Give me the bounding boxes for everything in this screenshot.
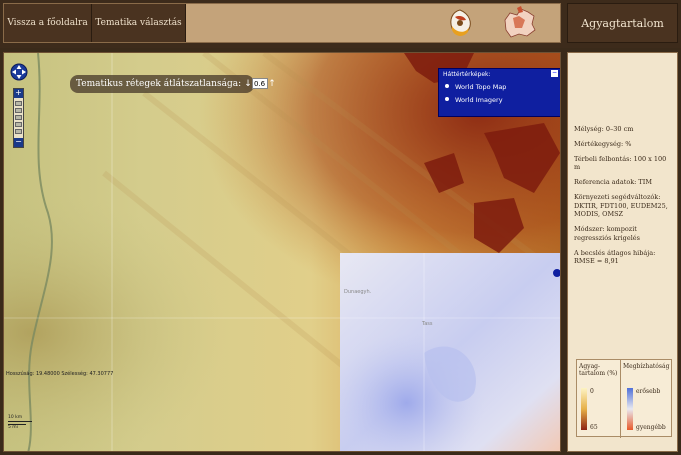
zoom-in-button[interactable]: + xyxy=(14,89,23,98)
reliability-color-ramp xyxy=(627,388,633,430)
clay-max-label: 65 xyxy=(590,424,598,431)
logo-icon xyxy=(450,9,471,36)
panel-title: Agyagtartalom xyxy=(567,3,678,43)
opacity-input[interactable] xyxy=(251,78,268,89)
legend: Agyag-tartalom (%) 0 65 Megbízhatóság er… xyxy=(576,359,673,438)
reliability-top-label: erősebb xyxy=(636,388,661,395)
scale-line xyxy=(8,421,32,422)
zoom-level-tick[interactable] xyxy=(15,108,22,113)
opacity-label: Tematikus rétegek átlátszatlansága: xyxy=(76,79,242,89)
unit-text: Mértékegység: % xyxy=(574,139,632,148)
coordinates-readout: Hosszúság: 19.48000 Szélesség: 47.30777 xyxy=(6,371,114,377)
zoom-level-tick[interactable] xyxy=(15,129,22,134)
scale-bar: 10 km 5 mi xyxy=(8,415,38,433)
arrow-down-icon[interactable]: ↓ xyxy=(244,75,252,93)
reliability-bottom-label: gyengébb xyxy=(636,424,666,431)
layer-info: Mélység: 0–30 cm Mértékegység: % Térbeli… xyxy=(574,125,674,272)
place-label: Tass xyxy=(421,321,433,327)
basemap-option-topo[interactable]: World Topo Map xyxy=(439,80,560,93)
map-view[interactable]: Dunaegyh. Tass + − Tematikus rétegek átl… xyxy=(3,52,561,452)
basemap-option-imagery[interactable]: World Imagery xyxy=(439,93,560,106)
reliability-legend: Megbízhatóság erősebb gyengébb xyxy=(621,360,673,438)
reliability-legend-title: Megbízhatóság xyxy=(623,363,670,370)
theme-select-button[interactable]: Tematika választás xyxy=(92,4,186,42)
opacity-control: Tematikus rétegek átlátszatlansága: ↓ ↑ xyxy=(70,75,276,93)
home-button[interactable]: Vissza a főoldalra xyxy=(4,4,92,42)
basemap-switcher: Háttértérképek: − World Topo Map World I… xyxy=(438,68,560,117)
reference-text: Referencia adatok: TIM xyxy=(574,178,652,187)
scale-label-km: 10 km xyxy=(8,415,23,420)
clay-min-label: 0 xyxy=(590,388,594,395)
resolution-text: Térbeli felbontás: 100 x 100 m xyxy=(574,154,667,172)
expand-icon[interactable] xyxy=(553,269,560,277)
rmse-text: A becslés átlagos hibája: RMSE = 8,91 xyxy=(574,248,656,266)
arrow-up-icon[interactable]: ↑ xyxy=(268,75,276,93)
clay-legend: Agyag-tartalom (%) 0 65 xyxy=(577,360,621,438)
clay-color-ramp xyxy=(581,388,587,430)
clay-legend-title: Agyag-tartalom (%) xyxy=(579,363,618,378)
zoom-level-tick[interactable] xyxy=(15,115,22,120)
aux-variables-text: Környezeti segédváltozók: DKTIR, FDT100,… xyxy=(574,192,668,219)
basemap-header: Háttértérképek: xyxy=(443,71,491,78)
info-panel: Mélység: 0–30 cm Mértékegység: % Térbeli… xyxy=(567,52,678,452)
country-map-icon xyxy=(504,6,536,38)
top-bar: Vissza a főoldalra Tematika választás Ag… xyxy=(0,0,681,48)
zoom-slider[interactable]: + − xyxy=(13,88,24,148)
method-text: Módszer: kompozit regressziós krigelés xyxy=(574,225,640,242)
zoom-level-tick[interactable] xyxy=(15,122,22,127)
zoom-out-button[interactable]: − xyxy=(14,138,23,147)
zoom-level-tick[interactable] xyxy=(15,101,22,106)
top-navigation: Vissza a főoldalra Tematika választás xyxy=(3,3,561,43)
depth-text: Mélység: 0–30 cm xyxy=(574,125,634,133)
place-label: Dunaegyh. xyxy=(344,289,372,295)
minimize-icon[interactable]: − xyxy=(551,70,558,77)
scale-label-mi: 5 mi xyxy=(8,425,18,430)
pan-control-icon[interactable] xyxy=(10,61,28,83)
